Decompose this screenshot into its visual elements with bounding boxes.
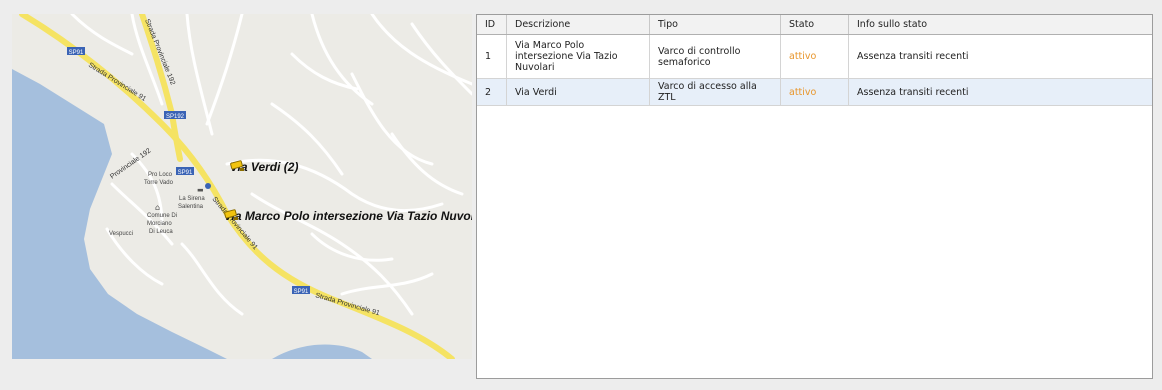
cell-tipo: Varco di controllo semaforico — [649, 34, 781, 79]
town-hall-icon: ⌂ — [155, 203, 160, 212]
table-row[interactable]: 1 Via Marco Polo intersezione Via Tazio … — [477, 34, 1152, 79]
column-header-tipo[interactable]: Tipo — [649, 15, 781, 35]
cell-descrizione: Via Marco Polo intersezione Via Tazio Nu… — [506, 34, 650, 79]
column-header-id[interactable]: ID — [477, 15, 507, 35]
map-marker-via-verdi[interactable]: Via Verdi (2) — [230, 160, 298, 174]
place-label: La Sirena — [179, 196, 205, 202]
cell-tipo: Varco di accesso alla ZTL — [649, 78, 781, 106]
table-row[interactable]: 2 Via Verdi Varco di accesso alla ZTL at… — [477, 78, 1152, 106]
hotel-icon: ▬ — [197, 186, 204, 194]
place-label: Comune Di — [147, 213, 177, 219]
table-header-row: ID Descrizione Tipo Stato Info sullo sta… — [477, 15, 1152, 35]
place-label: Pro Loco — [148, 172, 173, 178]
camera-icon — [230, 160, 244, 171]
cell-descrizione: Via Verdi — [506, 78, 650, 106]
info-point-icon — [205, 183, 211, 189]
cell-stato: attivo — [780, 78, 849, 106]
road-shield-label: SP91 — [294, 289, 309, 295]
cell-stato: attivo — [780, 34, 849, 79]
map-canvas[interactable]: SP91 SP192 SP91 SP91 Strada Provinciale … — [12, 14, 472, 359]
cell-id: 1 — [477, 34, 507, 79]
place-label: Di Leuca — [149, 229, 173, 235]
road-shield-label: SP192 — [166, 114, 185, 120]
place-label: Salentina — [178, 204, 204, 210]
camera-icon — [224, 209, 238, 220]
cell-info: Assenza transiti recenti — [848, 78, 1152, 106]
place-label: Vespucci — [109, 231, 133, 237]
gates-table: ID Descrizione Tipo Stato Info sullo sta… — [477, 15, 1152, 106]
road-shield-label: SP91 — [178, 170, 193, 176]
cell-id: 2 — [477, 78, 507, 106]
place-label: Morciano — [147, 221, 172, 227]
map-marker-label: Via Marco Polo intersezione Via Tazio Nu… — [224, 209, 472, 223]
cell-info: Assenza transiti recenti — [848, 34, 1152, 79]
place-label: Torre Vado — [144, 180, 174, 186]
gates-table-panel: ID Descrizione Tipo Stato Info sullo sta… — [476, 14, 1153, 379]
column-header-descrizione[interactable]: Descrizione — [506, 15, 650, 35]
column-header-info[interactable]: Info sullo stato — [848, 15, 1152, 35]
column-header-stato[interactable]: Stato — [780, 15, 849, 35]
map-marker-via-marco-polo[interactable]: Via Marco Polo intersezione Via Tazio Nu… — [224, 209, 472, 223]
map-view[interactable]: SP91 SP192 SP91 SP91 Strada Provinciale … — [12, 14, 472, 359]
road-shield-label: SP91 — [69, 50, 84, 56]
